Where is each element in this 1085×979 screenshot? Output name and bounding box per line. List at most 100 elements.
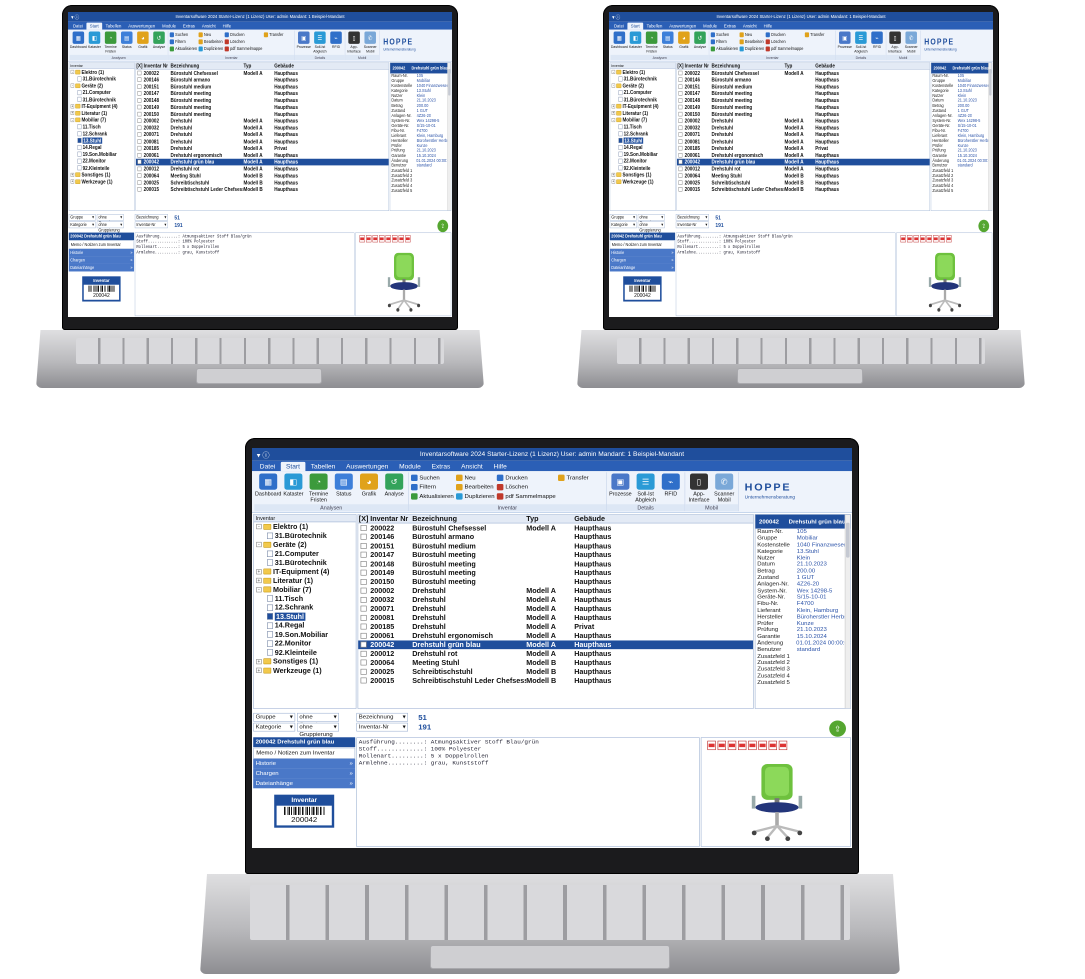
pdf-icon[interactable]: [939, 235, 945, 243]
table-row[interactable]: 200185 Drehstuhl Modell A Privat: [677, 145, 930, 152]
row-checkbox[interactable]: [358, 632, 369, 639]
menu-start[interactable]: Start: [280, 461, 306, 472]
prozesse-button[interactable]: ▣ Prozesse: [609, 472, 632, 497]
table-row[interactable]: 200012 Drehstuhl rot Modell A Haupthaus: [677, 165, 930, 172]
pdf-icon[interactable]: [398, 235, 404, 243]
column-header-select[interactable]: [X]: [677, 63, 684, 69]
table-row[interactable]: 200061 Drehstuhl ergonomisch Modell A Haupt…: [136, 152, 389, 159]
menu-ansicht[interactable]: Ansicht: [198, 23, 219, 30]
tree-node[interactable]: 92.Kleinteile: [69, 165, 134, 172]
table-row[interactable]: 200025 Schreibtischstuhl Modell B Haupthaus: [358, 667, 753, 676]
row-checkbox[interactable]: [358, 542, 369, 549]
column-header-typ[interactable]: Typ: [526, 515, 574, 523]
row-checkbox[interactable]: [358, 650, 369, 657]
tree-node[interactable]: 31.Bürotechnik: [610, 75, 675, 82]
row-checkbox[interactable]: [677, 77, 684, 82]
row-checkbox[interactable]: [136, 166, 143, 172]
side-panel-item[interactable]: Memo / Notizen zum Inventar: [253, 747, 356, 759]
menu-tabellen[interactable]: Tabellen: [102, 23, 125, 30]
soll-ist-abgleich-button[interactable]: ☰ Soll-Ist Abgleich: [634, 472, 657, 502]
menu-start[interactable]: Start: [86, 22, 103, 30]
table-row[interactable]: 200071 Drehstuhl Modell A Haupthaus: [136, 131, 389, 138]
side-panel-item[interactable]: Historie »: [609, 248, 676, 257]
row-checkbox[interactable]: [358, 578, 369, 585]
column-header-typ[interactable]: Typ: [243, 63, 274, 69]
pdf-icon[interactable]: [392, 235, 398, 243]
expand-icon[interactable]: -: [611, 117, 616, 122]
pdf-icon[interactable]: [738, 740, 747, 751]
table-row[interactable]: 200042 Drehstuhl grün blau Modell A Hauptha…: [135, 158, 389, 166]
column-header-bezeichnung[interactable]: Bezeichnung: [171, 63, 244, 69]
tree-node[interactable]: + IT-Equipment (4): [610, 103, 675, 110]
row-checkbox[interactable]: [358, 524, 369, 531]
status-button[interactable]: ▤ Status: [119, 31, 134, 49]
löschen-button[interactable]: Löschen: [496, 483, 556, 492]
menu-hilfe[interactable]: Hilfe: [219, 23, 234, 30]
row-checkbox[interactable]: [358, 641, 369, 648]
row-checkbox[interactable]: [136, 91, 143, 96]
checkbox-icon[interactable]: [678, 70, 683, 76]
rfid-button[interactable]: ⌁ RFID: [329, 31, 344, 49]
table-row[interactable]: 200002 Drehstuhl Modell A Haupthaus: [358, 586, 753, 595]
checkbox-icon[interactable]: [360, 659, 367, 666]
checkbox-icon[interactable]: [360, 605, 367, 612]
table-row[interactable]: 200012 Drehstuhl rot Modell A Haupthaus: [358, 649, 753, 658]
row-checkbox[interactable]: [358, 605, 369, 612]
row-checkbox[interactable]: [677, 152, 684, 158]
löschen-button[interactable]: Löschen: [765, 39, 804, 46]
table-row[interactable]: 200146 Bürostuhl armano Haupthaus: [136, 76, 389, 83]
checkbox-icon[interactable]: [678, 104, 683, 110]
table-row[interactable]: 200032 Drehstuhl Modell A Haupthaus: [136, 124, 389, 131]
table-row[interactable]: 200015 Schreibtischstuhl Leder Chefsessel…: [136, 186, 389, 193]
table-row[interactable]: 200022 Bürostuhl Chefsessel Modell A Haupth…: [358, 523, 753, 532]
checkbox-icon[interactable]: [360, 560, 367, 567]
quick-access-icons[interactable]: ▾ ⓘ: [68, 13, 91, 21]
kataster-button[interactable]: ◧ Kataster: [87, 31, 102, 49]
analyse-button[interactable]: ↺ Analyse: [383, 472, 406, 497]
sort-field-1[interactable]: Bezeichnung ▾: [675, 214, 709, 221]
suchen-button[interactable]: Suchen: [710, 31, 738, 38]
column-header-gebaeude[interactable]: Gebäude: [574, 515, 616, 523]
table-row[interactable]: 200146 Bürostuhl armano Haupthaus: [677, 76, 930, 83]
table-row[interactable]: 200185 Drehstuhl Modell A Privat: [358, 622, 753, 631]
tree-node[interactable]: 13.Stuhl: [69, 137, 134, 144]
expand-icon[interactable]: +: [256, 658, 262, 665]
termine-fristen-button[interactable]: ◔ Termine Fristen: [307, 472, 330, 502]
row-checkbox[interactable]: [677, 91, 684, 96]
row-checkbox[interactable]: [677, 111, 684, 117]
dashboard-button[interactable]: ▦ Dashboard: [70, 31, 87, 49]
checkbox-icon[interactable]: [678, 77, 683, 82]
checkbox-icon[interactable]: [137, 70, 142, 76]
analyse-button[interactable]: ↺ Analyse: [152, 31, 167, 49]
tree-node[interactable]: 11.Tisch: [254, 594, 356, 603]
expand-icon[interactable]: +: [611, 104, 616, 109]
side-panel-item[interactable]: Chargen »: [68, 256, 135, 264]
checkbox-icon[interactable]: [360, 542, 367, 549]
pdf-icon[interactable]: [768, 740, 777, 751]
checkbox-icon[interactable]: [678, 84, 683, 89]
checkbox-icon[interactable]: [360, 596, 367, 603]
expand-icon[interactable]: -: [70, 117, 75, 122]
side-panel-item[interactable]: Historie »: [253, 758, 356, 769]
app-interface-button[interactable]: ▯ App-Interface: [688, 472, 711, 502]
pdf-sammelmappe-button[interactable]: pdf Sammelmappe: [224, 46, 262, 53]
pdf-icon[interactable]: [405, 235, 411, 243]
checkbox-icon[interactable]: [678, 125, 683, 130]
menu-hilfe[interactable]: Hilfe: [760, 23, 775, 30]
filter-group-1[interactable]: ohne Gruppierung▾: [637, 214, 665, 226]
tree-node[interactable]: - Geräte (2): [610, 82, 675, 89]
column-header-bezeichnung[interactable]: Bezeichnung: [712, 63, 785, 69]
menu-ansicht[interactable]: Ansicht: [739, 23, 760, 30]
row-checkbox[interactable]: [136, 125, 143, 130]
expand-icon[interactable]: +: [70, 172, 75, 177]
tree-node[interactable]: 21.Computer: [610, 89, 675, 96]
tree-node[interactable]: 19.Son.Mobiliar: [610, 151, 675, 158]
aktualisieren-button[interactable]: Aktualisieren: [169, 46, 197, 53]
table-row[interactable]: 200081 Drehstuhl Modell A Haupthaus: [358, 613, 753, 622]
sort-field-2[interactable]: Inventar-Nr ▾: [675, 221, 709, 229]
pdf-icon[interactable]: [379, 235, 385, 243]
tree-node[interactable]: + Literatur (1): [610, 110, 675, 117]
tree-node[interactable]: 21.Computer: [69, 89, 134, 96]
checkbox-icon[interactable]: [137, 132, 142, 137]
pdf-icon[interactable]: [372, 235, 378, 243]
